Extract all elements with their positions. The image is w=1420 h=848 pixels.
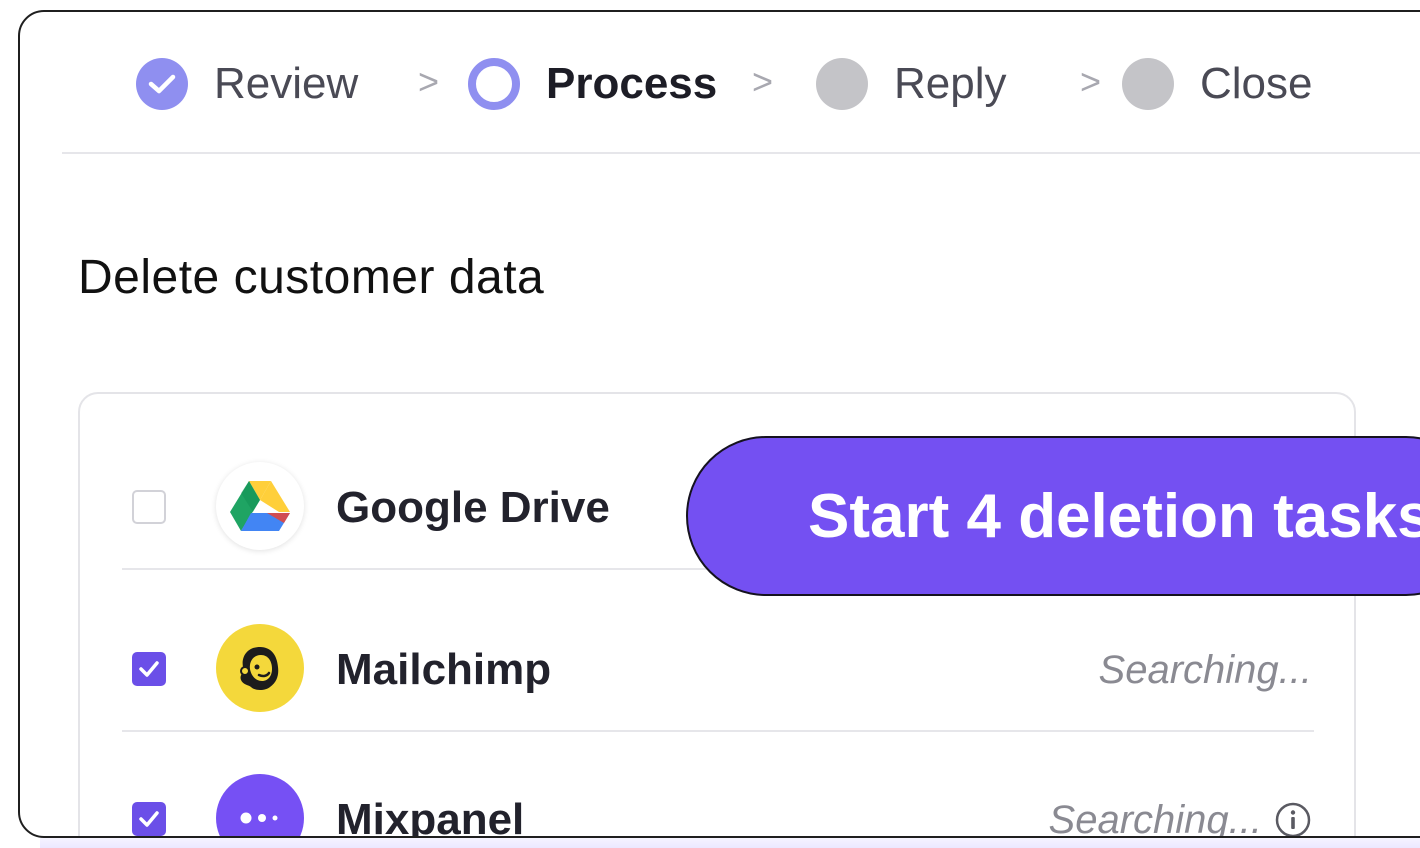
step-label-review: Review xyxy=(214,59,359,108)
mixpanel-icon xyxy=(216,774,304,836)
circle-icon xyxy=(1122,58,1174,110)
checkmark-icon xyxy=(139,811,159,827)
check-circle-icon xyxy=(136,58,188,110)
checkbox-mailchimp[interactable] xyxy=(132,652,166,686)
step-process[interactable]: Process xyxy=(468,54,717,114)
section-title: Delete customer data xyxy=(78,251,545,304)
step-reply[interactable]: Reply xyxy=(816,54,1007,114)
google-drive-icon xyxy=(216,462,304,550)
status-label: Searching... xyxy=(1048,798,1262,838)
step-label-close: Close xyxy=(1200,59,1313,108)
progress-stepper: Review > Process > Reply > Close xyxy=(62,12,1420,154)
status-text: Searching... xyxy=(1048,794,1312,838)
integration-row-mixpanel: Mixpanel Searching... xyxy=(80,732,1356,838)
status-text: Searching... xyxy=(1099,644,1312,696)
integration-name: Google Drive xyxy=(336,483,610,532)
chevron-right-icon: > xyxy=(418,61,440,102)
chevron-right-icon: > xyxy=(1080,61,1102,102)
integration-row-mailchimp: Mailchimp Searching... xyxy=(80,582,1356,732)
chevron-right-icon: > xyxy=(752,61,774,102)
integration-name: Mailchimp xyxy=(336,645,552,694)
checkbox-mixpanel[interactable] xyxy=(132,802,166,836)
circle-icon xyxy=(816,58,868,110)
step-review[interactable]: Review xyxy=(136,54,358,114)
step-label-reply: Reply xyxy=(894,59,1007,108)
start-deletion-tasks-button[interactable]: Start 4 deletion tasks xyxy=(686,436,1420,596)
step-label-process: Process xyxy=(546,59,718,108)
task-card: Review > Process > Reply > Close Delete … xyxy=(18,10,1420,838)
mailchimp-icon xyxy=(216,624,304,712)
status-label: Searching... xyxy=(1098,648,1312,692)
step-close[interactable]: Close xyxy=(1122,54,1313,114)
checkmark-icon xyxy=(139,661,159,677)
integration-name: Mixpanel xyxy=(336,795,525,838)
ring-icon xyxy=(468,58,520,110)
info-icon[interactable] xyxy=(1274,801,1312,838)
checkbox-google-drive[interactable] xyxy=(132,490,166,524)
